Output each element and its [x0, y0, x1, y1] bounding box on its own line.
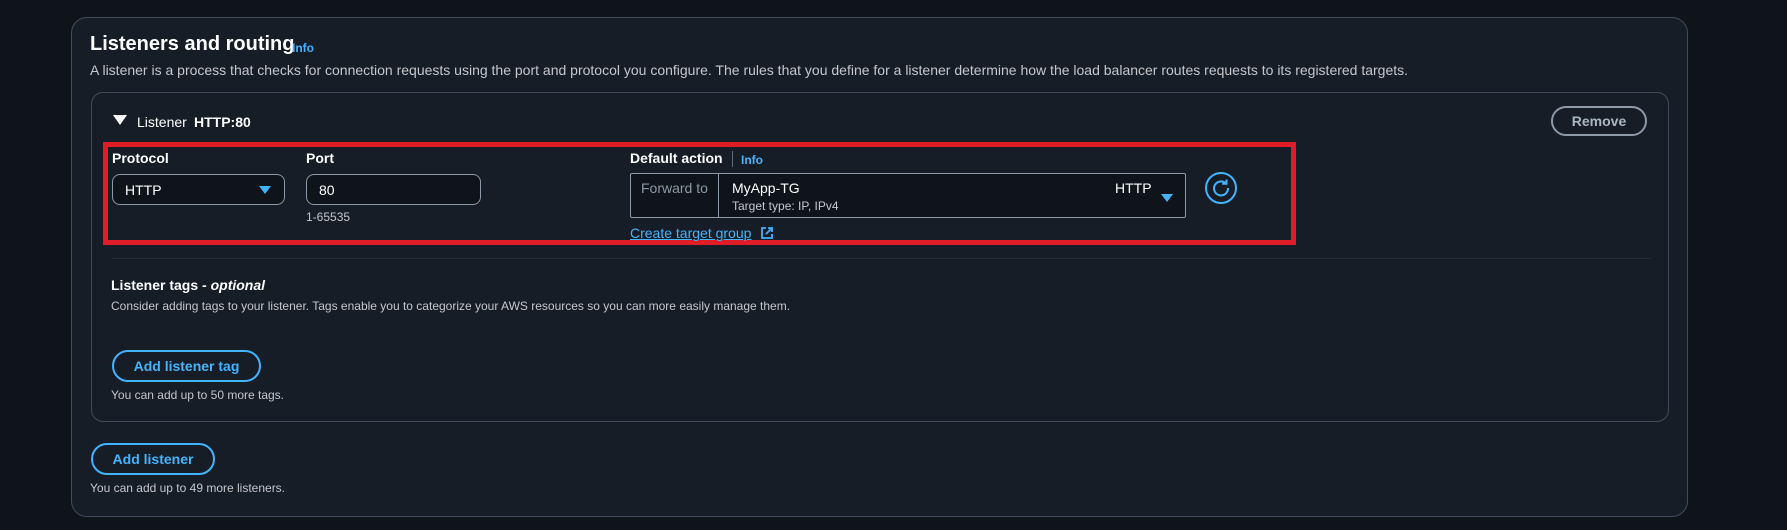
listener-tags-title: Listener tags - optional	[111, 277, 265, 293]
listener-label: Listener	[137, 114, 187, 130]
add-listener-button[interactable]: Add listener	[91, 443, 215, 475]
port-hint: 1-65535	[306, 210, 351, 224]
divider	[111, 258, 1651, 259]
port-label: Port	[306, 150, 334, 166]
label-divider	[732, 151, 733, 167]
listeners-limit-text: You can add up to 49 more listeners.	[90, 481, 286, 495]
default-action-info-link[interactable]: Info	[741, 153, 763, 167]
target-type: Target type: IP, IPv4	[732, 199, 839, 213]
forward-to-label: Forward to	[631, 174, 719, 217]
tags-limit-text: You can add up to 50 more tags.	[111, 388, 285, 402]
section-description: A listener is a process that checks for …	[90, 62, 1409, 78]
target-group-name: MyApp-TG	[732, 180, 800, 196]
remove-listener-button[interactable]: Remove	[1551, 106, 1647, 136]
section-info-link[interactable]: Info	[292, 41, 314, 55]
default-action-label: Default action	[630, 150, 723, 166]
tags-optional-text: optional	[210, 277, 266, 293]
target-group-select[interactable]: Forward to MyApp-TG Target type: IP, IPv…	[630, 173, 1186, 218]
chevron-down-icon	[259, 186, 271, 194]
section-title: Listeners and routing	[90, 33, 295, 55]
protocol-select[interactable]: HTTP	[112, 174, 285, 205]
listener-tags-description: Consider adding tags to your listener. T…	[111, 299, 791, 313]
caret-down-icon[interactable]	[113, 115, 127, 125]
port-input[interactable]	[306, 174, 481, 205]
external-link-icon	[760, 226, 774, 245]
listener-value: HTTP:80	[194, 114, 251, 130]
protocol-value: HTTP	[125, 182, 162, 198]
target-group-protocol: HTTP	[1115, 180, 1152, 196]
chevron-down-icon	[1161, 194, 1173, 202]
refresh-icon[interactable]	[1205, 172, 1237, 204]
add-listener-tag-button[interactable]: Add listener tag	[112, 350, 261, 382]
tags-title-text: Listener tags -	[111, 277, 211, 293]
create-target-group-link[interactable]: Create target group	[630, 225, 751, 241]
protocol-label: Protocol	[112, 150, 169, 166]
